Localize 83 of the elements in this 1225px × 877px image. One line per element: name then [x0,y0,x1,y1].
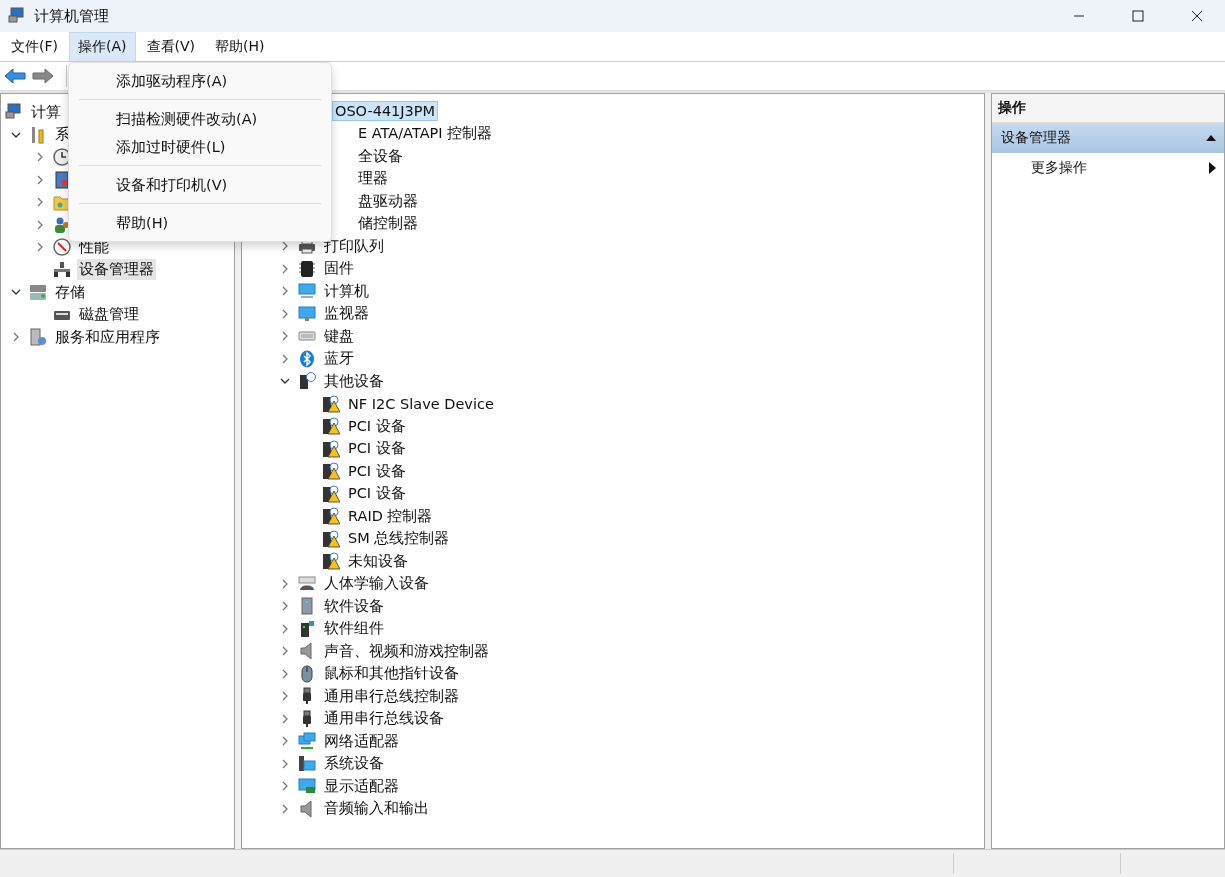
tree-item[interactable]: 鼠标和其他指针设备 [322,663,461,685]
tree-item[interactable]: 通用串行总线设备 [322,708,446,730]
warning-device-icon [322,552,340,571]
tower-icon [298,597,316,616]
users-icon [53,215,71,234]
back-arrow-icon[interactable] [4,68,26,84]
system-device-icon [298,754,316,773]
tree-item[interactable]: 未知设备 [346,550,410,572]
gauge-icon [53,238,71,257]
tree-item[interactable]: 存储 [53,281,87,303]
warning-device-icon [322,484,340,503]
input-device-icon [298,574,316,593]
forward-arrow-icon[interactable] [32,68,54,84]
bluetooth-icon [298,349,316,368]
menu-option[interactable]: 设备和打印机(V) [69,171,331,199]
window-title: 计算机管理 [34,6,109,26]
component-icon [298,619,316,638]
menu-option[interactable]: 添加驱动程序(A) [69,67,331,95]
tree-item[interactable]: PCI 设备 [346,483,408,505]
computer-icon [8,7,26,25]
tree-item[interactable]: 其他设备 [322,370,386,392]
mouse-icon [298,664,316,683]
storage-icon [29,283,47,302]
menu-option[interactable]: 帮助(H) [69,209,331,237]
chip-icon [298,259,316,278]
menu-item[interactable]: 文件(F) [2,31,67,62]
submenu-arrow-icon [1209,162,1216,174]
tree-item[interactable]: OSO-441J3PM [332,101,439,122]
tree-item[interactable]: 系 [53,124,72,146]
tree-item[interactable]: E ATA/ATAPI 控制器 [356,123,495,145]
tree-item[interactable]: 全设备 [356,145,405,167]
tree-item[interactable]: 音频输入和输出 [322,798,431,820]
tree-item[interactable]: 软件设备 [322,595,386,617]
pane-title: 操作 [992,94,1224,123]
network-icon [298,732,316,751]
tree-item[interactable]: 显示适配器 [322,775,401,797]
warning-device-icon [322,507,340,526]
tree-item[interactable]: 人体学输入设备 [322,573,431,595]
tree-item[interactable]: 服务和应用程序 [53,326,162,348]
tree-item[interactable]: RAID 控制器 [346,505,435,527]
tree-item[interactable]: 打印队列 [322,235,386,257]
unknown-device-icon [298,372,316,391]
tree-item[interactable]: 软件组件 [322,618,386,640]
monitor-icon [298,304,316,323]
tree-item[interactable]: 声音、视频和游戏控制器 [322,640,491,662]
tree-item[interactable]: 计算机 [322,280,371,302]
tree-item[interactable]: PCI 设备 [346,460,408,482]
tree-item[interactable]: NF I2C Slave Device [346,394,496,413]
tree-item[interactable]: 计算 [29,101,63,123]
tree-item[interactable]: PCI 设备 [346,438,408,460]
tree-item[interactable]: 磁盘管理 [77,304,141,326]
tree-item[interactable]: 理器 [356,168,390,190]
tree-item[interactable]: 蓝牙 [322,348,356,370]
warning-device-icon [322,529,340,548]
menu-option[interactable]: 添加过时硬件(L) [69,133,331,161]
warning-device-icon [322,417,340,436]
tree-item[interactable]: 设备管理器 [77,259,156,281]
tree-item[interactable]: 储控制器 [356,213,420,235]
menu-item[interactable]: 帮助(H) [206,31,274,62]
tree-item[interactable]: 盘驱动器 [356,190,420,212]
tree-item[interactable]: 固件 [322,258,356,280]
tree-item[interactable]: 监视器 [322,303,371,325]
display-adapter-icon [298,777,316,796]
tree-item[interactable]: 系统设备 [322,753,386,775]
menu-item[interactable]: 操作(A) [69,31,136,62]
computer-icon [298,282,316,301]
menu-option[interactable]: 扫描检测硬件改动(A) [69,105,331,133]
computer-icon [5,103,23,122]
tree-item[interactable]: SM 总线控制器 [346,528,452,550]
tree-item[interactable]: 网络适配器 [322,730,401,752]
services-icon [29,328,47,347]
warning-device-icon [322,394,340,413]
action-item[interactable]: 更多操作 [992,153,1224,183]
warning-device-icon [322,462,340,481]
collapse-arrow-icon[interactable] [1206,134,1216,142]
section-header[interactable]: 设备管理器 [992,123,1224,153]
maximize-icon[interactable] [1132,10,1144,22]
tree-item[interactable]: PCI 设备 [346,415,408,437]
warning-device-icon [322,439,340,458]
close-icon[interactable] [1191,10,1203,22]
tree-item[interactable]: 通用串行总线控制器 [322,685,461,707]
menu-item[interactable]: 查看(V) [137,31,204,62]
tree-item[interactable]: 键盘 [322,325,356,347]
